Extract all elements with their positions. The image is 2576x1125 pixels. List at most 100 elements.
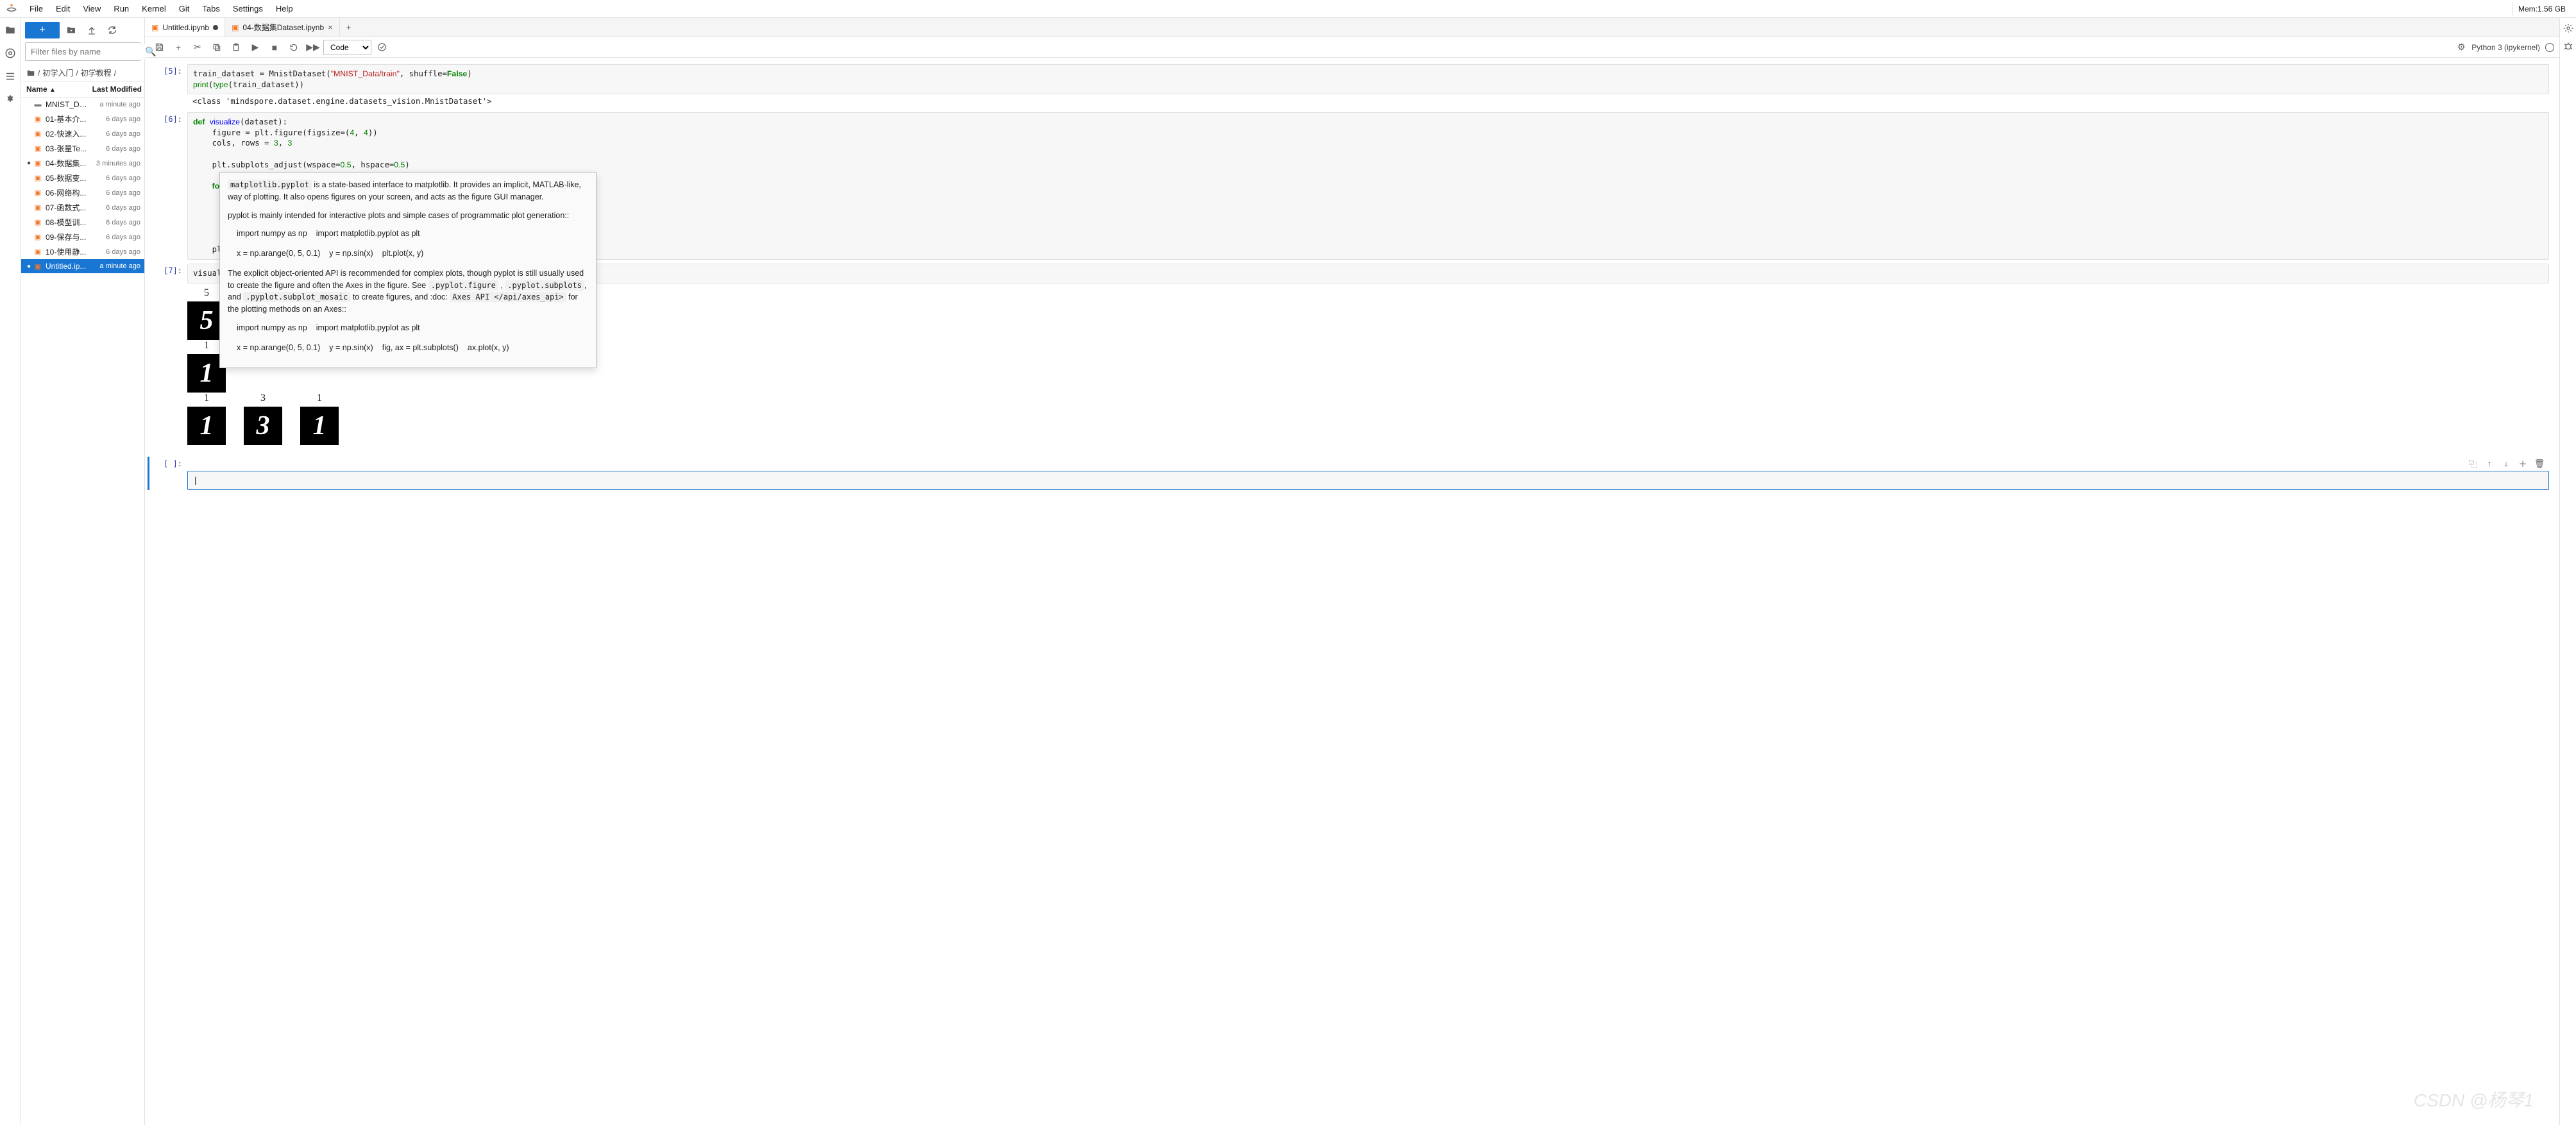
activity-bar (0, 18, 21, 1125)
filter-input-box[interactable]: 🔍 (25, 42, 140, 61)
notebook-icon: ▣ (33, 173, 43, 183)
file-name: 04-数据集... (46, 158, 88, 169)
tab-untitled[interactable]: ▣ Untitled.ipynb (145, 18, 225, 37)
cell-toolbar: ⿻ ↑ ↓ ＋ 🗑 (187, 457, 2549, 471)
menu-help[interactable]: Help (269, 1, 300, 16)
tab-dataset[interactable]: ▣ 04-数据集Dataset.ipynb × (225, 18, 340, 37)
file-modified: 6 days ago (88, 189, 140, 197)
insert-above-button[interactable]: ＋ (2516, 457, 2530, 471)
menu-git[interactable]: Git (173, 1, 196, 16)
save-button[interactable] (150, 40, 168, 55)
notebook-icon: ▣ (33, 261, 43, 271)
run-button[interactable]: ▶ (246, 40, 264, 55)
tab-add-button[interactable]: + (340, 22, 358, 32)
notebook-area: [5]: train_dataset = MnistDataset("MNIST… (145, 58, 2559, 1125)
code-input[interactable]: train_dataset = MnistDataset("MNIST_Data… (187, 64, 2549, 94)
file-row[interactable]: ●▣04-数据集...3 minutes ago (21, 156, 144, 171)
code-cell[interactable]: [ ]: ⿻ ↑ ↓ ＋ 🗑 | (151, 457, 2549, 491)
stop-button[interactable]: ■ (266, 40, 284, 55)
file-name: 01-基本介... (46, 114, 88, 124)
file-row[interactable]: ▬MNIST_Dataa minute ago (21, 97, 144, 112)
header-modified[interactable]: Last Modified (85, 81, 144, 97)
menu-kernel[interactable]: Kernel (135, 1, 173, 16)
file-row[interactable]: ▣03-张量Te...6 days ago (21, 141, 144, 156)
move-down-button[interactable]: ↓ (2499, 457, 2513, 471)
code-cell[interactable]: [5]: train_dataset = MnistDataset("MNIST… (151, 64, 2549, 108)
menu-edit[interactable]: Edit (49, 1, 76, 16)
new-folder-button[interactable] (62, 22, 80, 38)
delete-button[interactable]: 🗑 (2532, 457, 2546, 471)
menu-view[interactable]: View (76, 1, 107, 16)
file-name: 06-网络构... (46, 187, 88, 198)
digit-image: 1 (187, 407, 226, 445)
property-inspector (2559, 18, 2576, 1125)
insert-cell-button[interactable]: + (169, 40, 187, 55)
restart-button[interactable] (285, 40, 303, 55)
file-modified: 6 days ago (88, 115, 140, 123)
file-modified: a minute ago (88, 262, 140, 270)
file-row[interactable]: ▣10-使用静...6 days ago (21, 244, 144, 259)
gear-icon[interactable] (2563, 23, 2573, 33)
dirty-indicator-icon (213, 25, 218, 30)
file-modified: 6 days ago (88, 174, 140, 182)
new-launcher-button[interactable]: + (25, 22, 60, 38)
file-row[interactable]: ▣07-函数式...6 days ago (21, 200, 144, 215)
debug-icon[interactable] (2563, 41, 2573, 51)
file-modified: 6 days ago (88, 233, 140, 241)
kernel-name[interactable]: Python 3 (ipykernel) (2471, 43, 2540, 52)
menu-settings[interactable]: Settings (226, 1, 269, 16)
digit-label: 3 (260, 393, 266, 404)
file-row[interactable]: ▣01-基本介...6 days ago (21, 112, 144, 126)
file-row[interactable]: ▣09-保存与...6 days ago (21, 230, 144, 244)
cut-button[interactable]: ✂ (189, 40, 207, 55)
refresh-button[interactable] (103, 22, 121, 38)
code-input[interactable]: | (187, 471, 2549, 491)
render-button[interactable] (373, 40, 391, 55)
cell-output: <class 'mindspore.dataset.engine.dataset… (187, 94, 2549, 108)
extensions-icon[interactable] (4, 94, 16, 105)
file-row[interactable]: ▣02-快速入...6 days ago (21, 126, 144, 141)
breadcrumb[interactable]: /初学入门/初学教程/ (21, 65, 144, 81)
file-row[interactable]: ▣05-数据变...6 days ago (21, 171, 144, 185)
file-modified: 6 days ago (88, 248, 140, 256)
paste-button[interactable] (227, 40, 245, 55)
copy-button[interactable] (208, 40, 226, 55)
file-row[interactable]: ▣08-模型训...6 days ago (21, 215, 144, 230)
notebook-icon: ▣ (33, 232, 43, 242)
notebook-icon: ▣ (33, 217, 43, 228)
toc-icon[interactable] (4, 71, 16, 82)
filter-input[interactable] (30, 44, 145, 59)
file-name: 02-快速入... (46, 128, 88, 139)
notebook-toolbar: + ✂ ▶ ■ ▶▶ Code ⚙ Python 3 (ipykernel) (145, 37, 2559, 58)
header-name[interactable]: Name (26, 85, 47, 94)
folder-icon[interactable] (4, 24, 16, 36)
digit-image: 3 (244, 407, 282, 445)
kernel-status-icon[interactable] (2545, 43, 2554, 52)
file-name: 08-模型训... (46, 217, 88, 228)
file-row[interactable]: ●▣Untitled.ip...a minute ago (21, 259, 144, 273)
close-icon[interactable]: × (328, 22, 333, 32)
file-row[interactable]: ▣06-网络构...6 days ago (21, 185, 144, 200)
running-icon[interactable] (4, 47, 16, 59)
menu-run[interactable]: Run (107, 1, 135, 16)
duplicate-button[interactable]: ⿻ (2466, 457, 2480, 471)
file-modified: 3 minutes ago (88, 160, 140, 167)
file-browser-header: Name ▲ Last Modified (21, 81, 144, 97)
cell-type-select[interactable]: Code (323, 40, 371, 55)
notebook-icon: ▣ (33, 129, 43, 139)
input-prompt: [ ]: (151, 457, 187, 491)
mnist-item: 11 (187, 393, 226, 445)
run-all-button[interactable]: ▶▶ (304, 40, 322, 55)
menu-tabs[interactable]: Tabs (196, 1, 226, 16)
settings-icon[interactable]: ⚙ (2452, 40, 2470, 55)
menubar: File Edit View Run Kernel Git Tabs Setti… (0, 0, 2576, 18)
move-up-button[interactable]: ↑ (2482, 457, 2496, 471)
upload-button[interactable] (83, 22, 101, 38)
notebook-icon: ▣ (33, 188, 43, 198)
input-prompt: [5]: (151, 64, 187, 108)
menu-file[interactable]: File (23, 1, 49, 16)
file-list: ▬MNIST_Dataa minute ago▣01-基本介...6 days … (21, 97, 144, 1125)
notebook-icon: ▣ (33, 203, 43, 213)
notebook-icon: ▣ (33, 158, 43, 169)
folder-icon (26, 69, 35, 78)
